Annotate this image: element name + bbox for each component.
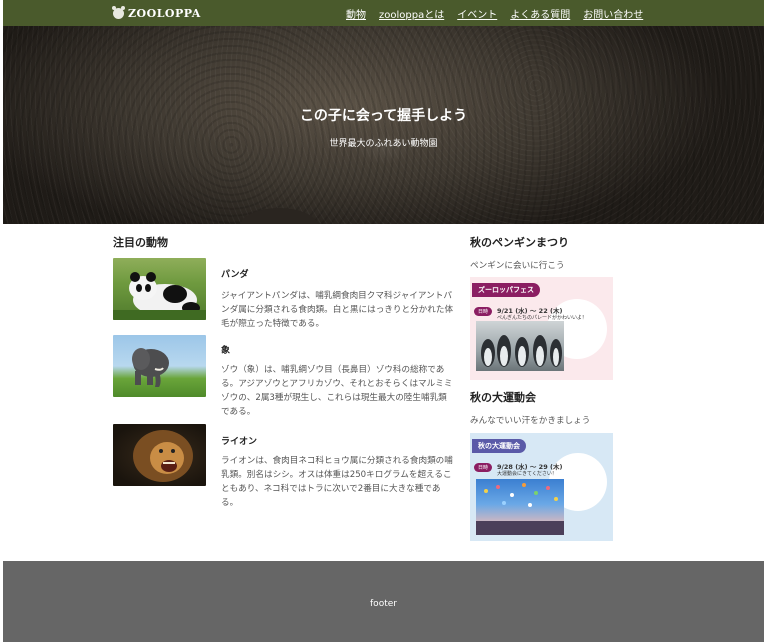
hero-banner: この子に会って握手しよう 世界最大のふれあい動物園 — [3, 26, 764, 224]
elephant-illustration — [132, 348, 169, 387]
sports-photo — [476, 479, 564, 535]
animal-name: ライオン — [221, 437, 258, 447]
main-nav: 動物 zooloppaとは イベント よくある質問 お問い合わせ — [346, 6, 643, 21]
animal-description: ライオンは、食肉目ネコ科ヒョウ属に分類される食肉類の哺乳類。別名はシシ。オスは体… — [221, 456, 453, 508]
animal-description: ゾウ（象）は、哺乳綱ゾウ目（長鼻目）ゾウ科の総称である。アジアゾウとアフリカゾウ… — [221, 365, 453, 417]
lion-illustration — [133, 430, 193, 482]
animal-card-panda: パンダ ジャイアントパンダは、哺乳綱食肉目クマ科ジャイアントパンダ属に分類される… — [113, 258, 454, 329]
banner-tag: ズーロッパフェス — [472, 283, 540, 297]
hero-subtitle: 世界最大のふれあい動物園 — [329, 139, 438, 149]
penguin-photo — [476, 321, 564, 371]
balloons-illustration — [476, 483, 564, 535]
nav-link-events[interactable]: イベント — [457, 6, 497, 21]
elephant-image — [113, 335, 206, 397]
animal-name: 象 — [221, 346, 231, 356]
paw-logo-icon — [112, 5, 125, 19]
animal-card-lion: ライオン ライオンは、食肉目ネコ科ヒョウ属に分類される食肉類の哺乳類。別名はシシ… — [113, 424, 453, 508]
site-logo[interactable]: ZOOLOPPA — [112, 5, 201, 20]
footer-text: footer — [370, 599, 397, 609]
nav-link-about[interactable]: zooloppaとは — [379, 6, 444, 21]
animal-description: ジャイアントパンダは、哺乳綱食肉目クマ科ジャイアントパンダ属に分類される食肉類。… — [221, 291, 454, 329]
event-title-penguin: 秋のペンギンまつり — [470, 236, 569, 249]
site-header: ZOOLOPPA 動物 zooloppaとは イベント よくある質問 お問い合わ… — [3, 0, 764, 26]
banner-date-label: 日時 — [474, 463, 493, 472]
site-footer: footer — [3, 561, 764, 642]
event-subtitle-sports: みんなでいい汗をかきましょう — [470, 416, 591, 426]
banner-date-label: 日時 — [474, 307, 493, 316]
panda-image — [113, 258, 206, 320]
banner-tag: 秋の大運動会 — [472, 439, 526, 453]
hero-animal-silhouette — [239, 208, 319, 224]
nav-link-contact[interactable]: お問い合わせ — [583, 6, 643, 21]
event-subtitle-penguin: ペンギンに会いに行こう — [470, 261, 565, 271]
hero-title: この子に会って握手しよう — [299, 108, 468, 124]
lion-image — [113, 424, 206, 486]
animal-name: パンダ — [221, 270, 249, 280]
event-title-sports: 秋の大運動会 — [470, 391, 536, 404]
sports-event-banner[interactable]: 秋の大運動会 日時 9/28 (水) ～ 29 (木) 大運動会にきてください！ — [470, 433, 613, 541]
featured-section-title: 注目の動物 — [113, 236, 168, 249]
nav-link-animals[interactable]: 動物 — [346, 6, 366, 21]
nav-link-faq[interactable]: よくある質問 — [510, 6, 570, 21]
banner-caption: ぺんぎんたちのパレードがかわいいよ！ — [497, 315, 587, 321]
logo-text: ZOOLOPPA — [128, 6, 201, 20]
penguin-event-banner[interactable]: ズーロッパフェス 日時 9/21 (水) ～ 22 (木) ぺんぎんたちのパレー… — [470, 277, 613, 380]
animal-card-elephant: 象 ゾウ（象）は、哺乳綱ゾウ目（長鼻目）ゾウ科の総称である。アジアゾウとアフリカ… — [113, 335, 453, 417]
banner-caption: 大運動会にきてください！ — [497, 471, 557, 477]
penguins-illustration — [481, 335, 562, 367]
panda-illustration — [113, 272, 206, 320]
